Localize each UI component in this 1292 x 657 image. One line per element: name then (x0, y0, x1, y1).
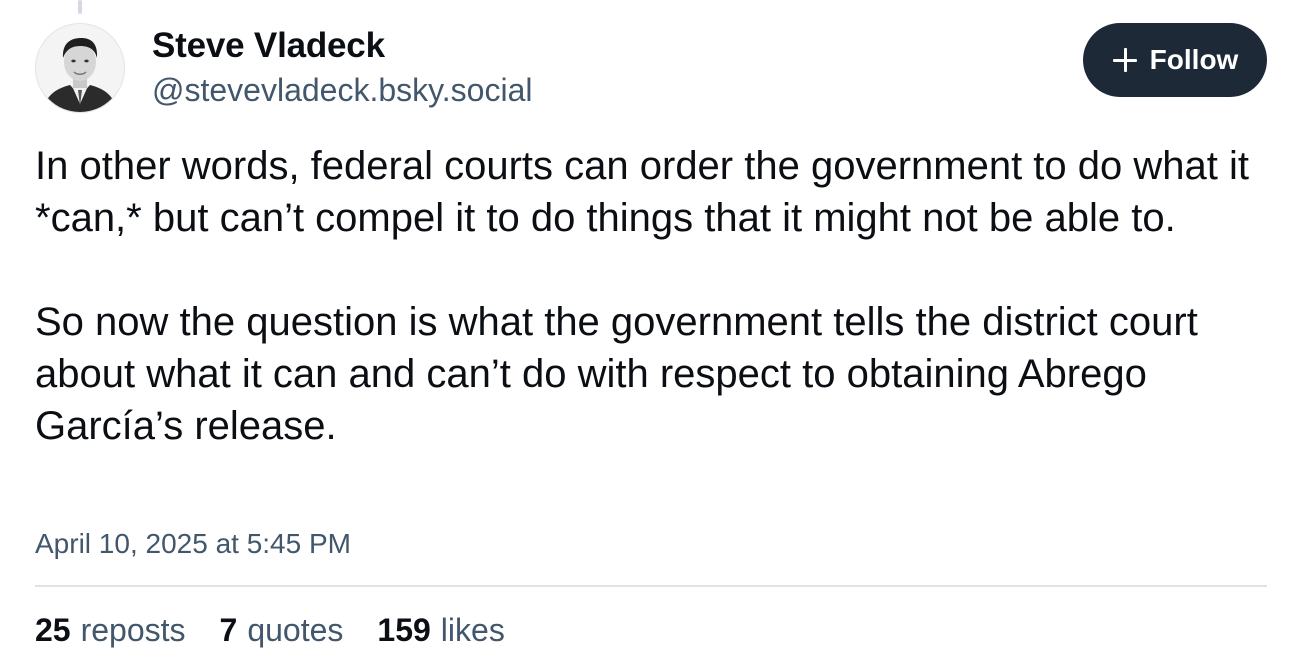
likes-stat[interactable]: 159 likes (377, 610, 504, 650)
follow-button[interactable]: Follow (1083, 23, 1267, 97)
post-stats: 25 reposts 7 quotes 159 likes (35, 610, 505, 650)
quotes-label: quotes (247, 612, 344, 648)
quotes-stat[interactable]: 7 quotes (220, 610, 344, 650)
author-display-name[interactable]: Steve Vladeck (152, 24, 532, 68)
follow-button-label: Follow (1149, 44, 1239, 75)
post-timestamp[interactable]: April 10, 2025 at 5:45 PM (35, 526, 351, 562)
divider (35, 585, 1267, 587)
plus-icon (1112, 47, 1138, 73)
post-text: In other words, federal courts can order… (35, 140, 1265, 452)
thread-connector-line (78, 0, 82, 14)
author-handle[interactable]: @stevevladeck.bsky.social (152, 69, 532, 111)
author-block[interactable]: Steve Vladeck @stevevladeck.bsky.social (152, 24, 532, 111)
likes-label: likes (440, 612, 505, 648)
post-paragraph: So now the question is what the governme… (35, 300, 1198, 448)
quotes-count: 7 (219, 612, 238, 648)
likes-count: 159 (377, 612, 431, 648)
avatar[interactable] (35, 23, 125, 113)
avatar-portrait (36, 24, 124, 112)
reposts-stat[interactable]: 25 reposts (35, 610, 186, 650)
reposts-label: reposts (80, 612, 186, 648)
reposts-count: 25 (35, 612, 71, 648)
post-paragraph: In other words, federal courts can order… (35, 144, 1249, 240)
